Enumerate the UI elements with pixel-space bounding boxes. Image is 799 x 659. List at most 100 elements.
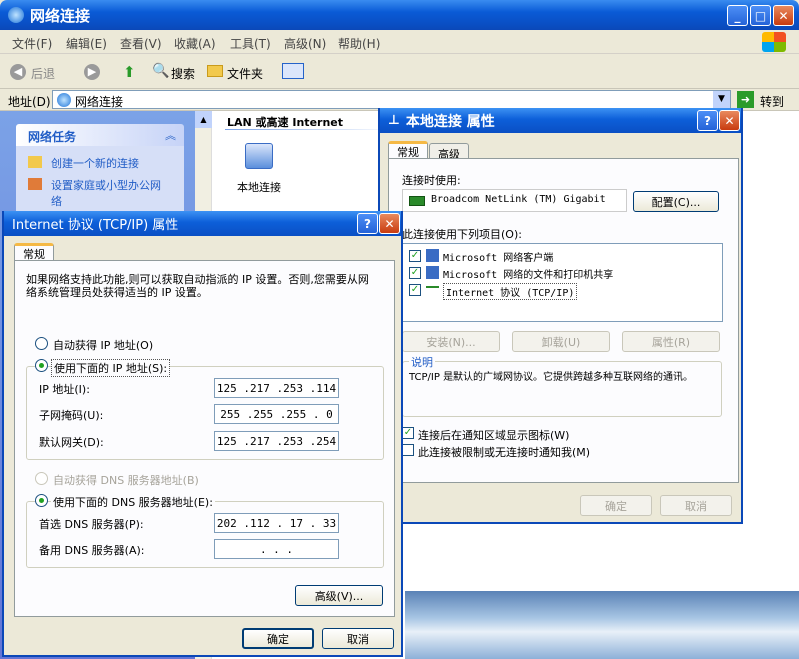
collapse-icon[interactable]: ︽ <box>165 127 176 143</box>
minimize-button[interactable]: _ <box>727 5 748 26</box>
task-home-network[interactable]: 设置家庭或小型办公网络 <box>51 177 171 209</box>
connection-icon: ⊥ <box>388 113 400 128</box>
forward-arrow-icon[interactable]: ▶ <box>84 64 100 80</box>
scroll-up-icon[interactable]: ▲ <box>195 111 212 128</box>
task-group-header[interactable]: 网络任务 ︽ <box>16 124 184 146</box>
checkbox-notify-icon[interactable]: ✓ <box>402 427 414 439</box>
search-button-label[interactable]: 搜索 <box>171 65 195 82</box>
chevron-down-icon[interactable]: ▼ <box>713 91 730 108</box>
notify-label[interactable]: 连接后在通知区域显示图标(W) <box>418 427 569 443</box>
auto-ip-label[interactable]: 自动获得 IP 地址(O) <box>53 337 153 353</box>
folder-icon[interactable] <box>207 65 223 77</box>
connect-using-label: 连接时使用: <box>402 174 461 187</box>
auto-dns-label[interactable]: 自动获得 DNS 服务器地址(B) <box>53 472 199 488</box>
protocol-icon <box>426 286 439 294</box>
list-item[interactable]: Microsoft 网络的文件和打印机共享 <box>443 266 613 281</box>
adapter-icon <box>409 196 425 206</box>
toolbar: ◀ 后退 ▶ ⬆ 🔍 搜索 文件夹 <box>0 55 799 89</box>
menu-advanced[interactable]: 高级(N) <box>284 35 326 52</box>
ip-address-label: IP 地址(I): <box>39 383 90 396</box>
preferred-dns-field[interactable]: 202 .112 . 17 . 33 <box>214 513 339 533</box>
description-text: TCP/IP 是默认的广域网协议。它提供跨越多种互联网络的通讯。 <box>409 372 694 383</box>
radio-manual-ip[interactable] <box>35 359 48 372</box>
manual-dns-label[interactable]: 使用下面的 DNS 服务器地址(E): <box>51 494 215 510</box>
checkbox-tcpip[interactable]: ✓ <box>409 284 421 296</box>
properties-button[interactable]: 属性(R) <box>622 331 720 352</box>
dialog-titlebar[interactable]: ⊥ 本地连接 属性 <box>380 108 741 133</box>
advanced-button[interactable]: 高级(V)... <box>295 585 383 606</box>
views-icon[interactable] <box>282 63 304 79</box>
radio-auto-dns[interactable] <box>35 472 48 485</box>
network-icon <box>57 93 71 107</box>
menu-file[interactable]: 文件(F) <box>12 35 52 52</box>
back-button-label[interactable]: 后退 <box>31 65 55 82</box>
address-input[interactable]: 网络连接 ▼ <box>52 90 731 109</box>
close-button[interactable]: ✕ <box>773 5 794 26</box>
window-title: 网络连接 <box>30 6 91 25</box>
props-cancel-button[interactable]: 取消 <box>660 495 732 516</box>
gateway-field[interactable]: 125 .217 .253 .254 <box>214 431 339 451</box>
dialog-close-button[interactable]: ✕ <box>719 110 740 131</box>
items-label: 此连接使用下列项目(O): <box>402 228 522 241</box>
window-titlebar[interactable]: 网络连接 <box>0 0 799 30</box>
menu-tools[interactable]: 工具(T) <box>230 35 271 52</box>
windows-logo-icon <box>762 32 786 52</box>
radio-manual-dns[interactable] <box>35 494 48 507</box>
group-header: LAN 或高速 Internet <box>227 116 344 129</box>
checkbox-client[interactable]: ✓ <box>409 250 421 262</box>
alternate-dns-field[interactable]: . . . <box>214 539 339 559</box>
lan-connection-label[interactable]: 本地连接 <box>237 179 281 195</box>
alternate-dns-label: 备用 DNS 服务器(A): <box>39 544 145 557</box>
menu-edit[interactable]: 编辑(E) <box>66 35 107 52</box>
help-button[interactable]: ? <box>697 110 718 131</box>
new-connection-icon <box>28 156 42 168</box>
manual-ip-label[interactable]: 使用下面的 IP 地址(S): <box>51 359 171 377</box>
maximize-button[interactable]: □ <box>750 5 771 26</box>
go-arrow-icon[interactable]: ➜ <box>737 91 754 108</box>
preferred-dns-label: 首选 DNS 服务器(P): <box>39 518 144 531</box>
gateway-label: 默认网关(D): <box>39 436 104 449</box>
desktop-wallpaper <box>405 591 799 659</box>
adapter-box: Broadcom NetLink (TM) Gigabit <box>402 189 627 212</box>
tcpip-cancel-button[interactable]: 取消 <box>322 628 394 649</box>
list-item[interactable]: Microsoft 网络客户端 <box>443 249 553 264</box>
back-arrow-icon[interactable]: ◀ <box>10 64 26 80</box>
tcpip-titlebar[interactable]: Internet 协议 (TCP/IP) 属性 <box>4 211 401 236</box>
configure-button[interactable]: 配置(C)... <box>633 191 719 212</box>
tab-body: 如果网络支持此功能,则可以获取自动指派的 IP 设置。否则,您需要从网络系统管理… <box>14 260 395 617</box>
props-ok-button[interactable]: 确定 <box>580 495 652 516</box>
tcpip-close-button[interactable]: ✕ <box>379 213 400 234</box>
intro-text: 如果网络支持此功能,则可以获取自动指派的 IP 设置。否则,您需要从网络系统管理… <box>26 273 369 299</box>
up-folder-icon[interactable]: ⬆ <box>123 63 136 81</box>
subnet-mask-label: 子网掩码(U): <box>39 409 104 422</box>
list-item-selected[interactable]: Internet 协议 (TCP/IP) <box>443 283 578 300</box>
dialog-title: 本地连接 属性 <box>405 113 495 130</box>
radio-auto-ip[interactable] <box>35 337 48 350</box>
menu-bar: 文件(F) 编辑(E) 查看(V) 收藏(A) 工具(T) 高级(N) 帮助(H… <box>0 30 799 54</box>
go-button-label[interactable]: 转到 <box>760 93 784 110</box>
components-list[interactable]: ✓ Microsoft 网络客户端 ✓ Microsoft 网络的文件和打印机共… <box>402 243 723 322</box>
home-network-icon <box>28 178 42 190</box>
search-icon[interactable]: 🔍 <box>152 63 169 79</box>
install-button[interactable]: 安装(N)... <box>402 331 500 352</box>
notify-limited-label[interactable]: 此连接被限制或无连接时通知我(M) <box>418 444 590 460</box>
ip-address-field[interactable]: 125 .217 .253 .114 <box>214 378 339 398</box>
folders-button-label[interactable]: 文件夹 <box>227 65 263 82</box>
menu-favorites[interactable]: 收藏(A) <box>174 35 216 52</box>
adapter-name: Broadcom NetLink (TM) Gigabit <box>431 194 606 205</box>
menu-view[interactable]: 查看(V) <box>120 35 162 52</box>
checkbox-notify-limited[interactable] <box>402 444 414 456</box>
network-icon <box>8 7 24 23</box>
checkbox-file-sharing[interactable]: ✓ <box>409 267 421 279</box>
task-group-title: 网络任务 <box>28 130 77 144</box>
subnet-mask-field[interactable]: 255 .255 .255 . 0 <box>214 404 339 424</box>
tcpip-properties-dialog: Internet 协议 (TCP/IP) 属性 ? ✕ 常规 如果网络支持此功能… <box>2 211 403 657</box>
lan-connection-icon[interactable] <box>245 143 273 169</box>
help-button[interactable]: ? <box>357 213 378 234</box>
menu-help[interactable]: 帮助(H) <box>338 35 380 52</box>
description-group <box>402 361 722 417</box>
task-new-connection[interactable]: 创建一个新的连接 <box>51 155 139 171</box>
tcpip-ok-button[interactable]: 确定 <box>242 628 314 649</box>
uninstall-button[interactable]: 卸载(U) <box>512 331 610 352</box>
divider <box>225 129 395 130</box>
